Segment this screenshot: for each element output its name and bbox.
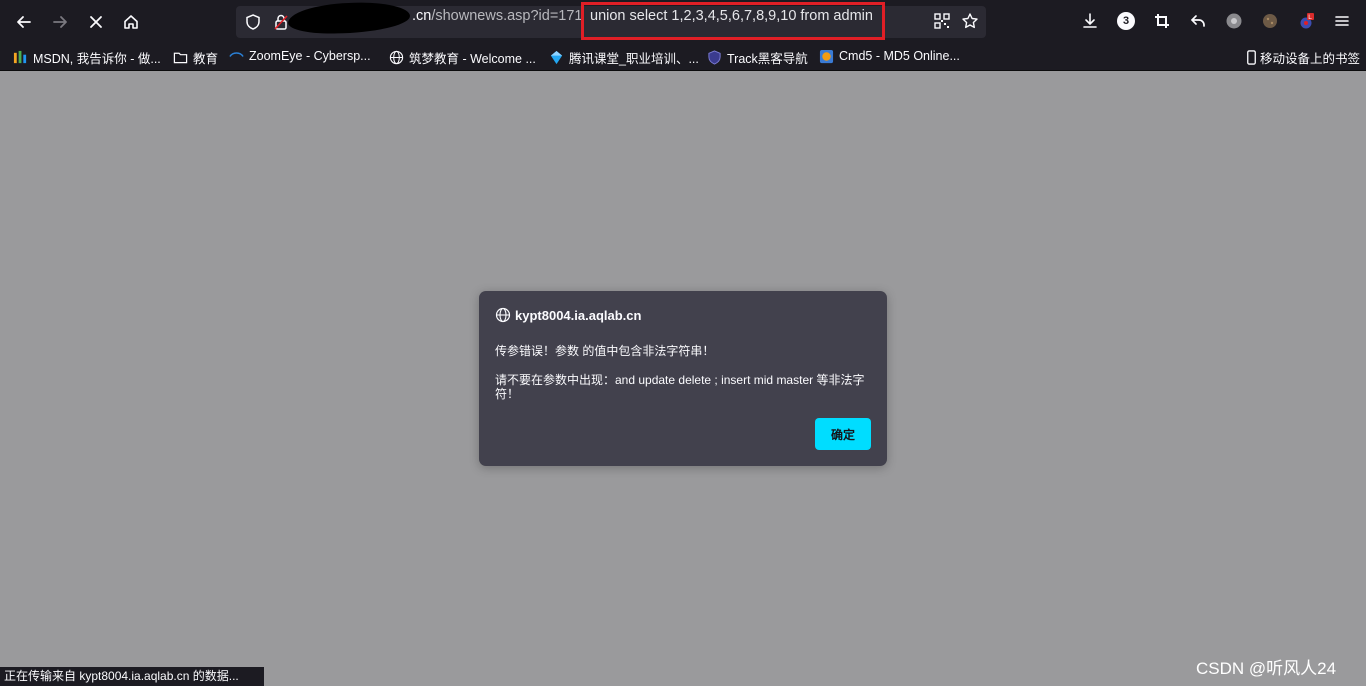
extension-wappalyzer-icon[interactable]: L bbox=[1297, 12, 1315, 30]
dialog-title: kypt8004.ia.aqlab.cn bbox=[495, 307, 641, 323]
extension-gray-icon[interactable] bbox=[1225, 12, 1243, 30]
menu-hamburger-icon[interactable] bbox=[1333, 12, 1351, 30]
extension-cookie-icon[interactable] bbox=[1261, 12, 1279, 30]
url-injection-text: union select 1,2,3,4,5,6,7,8,9,10 from a… bbox=[590, 8, 873, 24]
bookmark-mobile[interactable]: 移动设备上的书签 bbox=[1243, 48, 1360, 67]
home-button[interactable] bbox=[117, 8, 145, 36]
arrow-right-icon bbox=[53, 16, 67, 28]
dialog-message-1: 传参错误！参数 的值中包含非法字符串！ bbox=[495, 344, 715, 358]
status-bar: 正在传输来自 kypt8004.ia.aqlab.cn 的数据... bbox=[0, 667, 264, 686]
svg-text:L: L bbox=[1308, 14, 1312, 21]
arrow-left-icon bbox=[17, 16, 31, 28]
cmd5-icon bbox=[818, 48, 834, 64]
browser-toolbar: .cn/shownews.asp?id=171 union select 1,2… bbox=[0, 0, 1366, 42]
close-icon bbox=[90, 16, 102, 28]
msdn-icon bbox=[12, 50, 28, 66]
bookmarks-toolbar: MSDN, 我告诉你 - 做... 教育 ZoomEye - Cybersp..… bbox=[0, 42, 1366, 71]
download-icon[interactable] bbox=[1081, 12, 1099, 30]
tencent-icon bbox=[548, 50, 564, 66]
alert-dialog: kypt8004.ia.aqlab.cn 传参错误！参数 的值中包含非法字符串！… bbox=[479, 291, 887, 466]
bookmark-zoomeye[interactable]: ZoomEye - Cybersp... bbox=[228, 48, 371, 64]
bookmark-track[interactable]: Track黑客导航 bbox=[706, 48, 808, 67]
stop-button[interactable] bbox=[82, 8, 110, 36]
bookmark-zhumeng[interactable]: 筑梦教育 - Welcome ... bbox=[388, 48, 536, 67]
bookmark-folder-jiaoyu[interactable]: 教育 bbox=[172, 48, 218, 67]
bookmark-cmd5[interactable]: Cmd5 - MD5 Online... bbox=[818, 48, 960, 64]
undo-icon[interactable] bbox=[1189, 12, 1207, 30]
bookmark-msdn[interactable]: MSDN, 我告诉你 - 做... bbox=[12, 48, 161, 67]
qr-code-icon[interactable] bbox=[933, 12, 951, 30]
back-button[interactable] bbox=[10, 8, 38, 36]
mobile-device-icon bbox=[1243, 50, 1259, 66]
crop-icon[interactable] bbox=[1153, 12, 1171, 30]
zoomeye-icon bbox=[228, 48, 244, 64]
dialog-origin: kypt8004.ia.aqlab.cn bbox=[515, 307, 642, 323]
shield-icon bbox=[706, 50, 722, 66]
home-icon bbox=[124, 15, 138, 29]
globe-icon bbox=[495, 307, 511, 323]
dialog-message-2: 请不要在参数中出现：and update delete ; insert mid… bbox=[495, 373, 865, 401]
star-bookmark-icon[interactable] bbox=[961, 12, 979, 30]
globe-icon bbox=[388, 50, 404, 66]
confirm-button[interactable]: 确定 bbox=[815, 418, 871, 450]
forward-button[interactable] bbox=[46, 8, 74, 36]
bookmark-tencent[interactable]: 腾讯课堂_职业培训、... bbox=[548, 48, 699, 67]
tracking-shield-icon[interactable] bbox=[244, 13, 262, 31]
url-text: .cn/shownews.asp?id=171 bbox=[412, 8, 583, 24]
extension-badge[interactable]: 3 bbox=[1117, 12, 1135, 30]
folder-icon bbox=[172, 50, 188, 66]
watermark: CSDN @听风人24 bbox=[1196, 659, 1337, 678]
